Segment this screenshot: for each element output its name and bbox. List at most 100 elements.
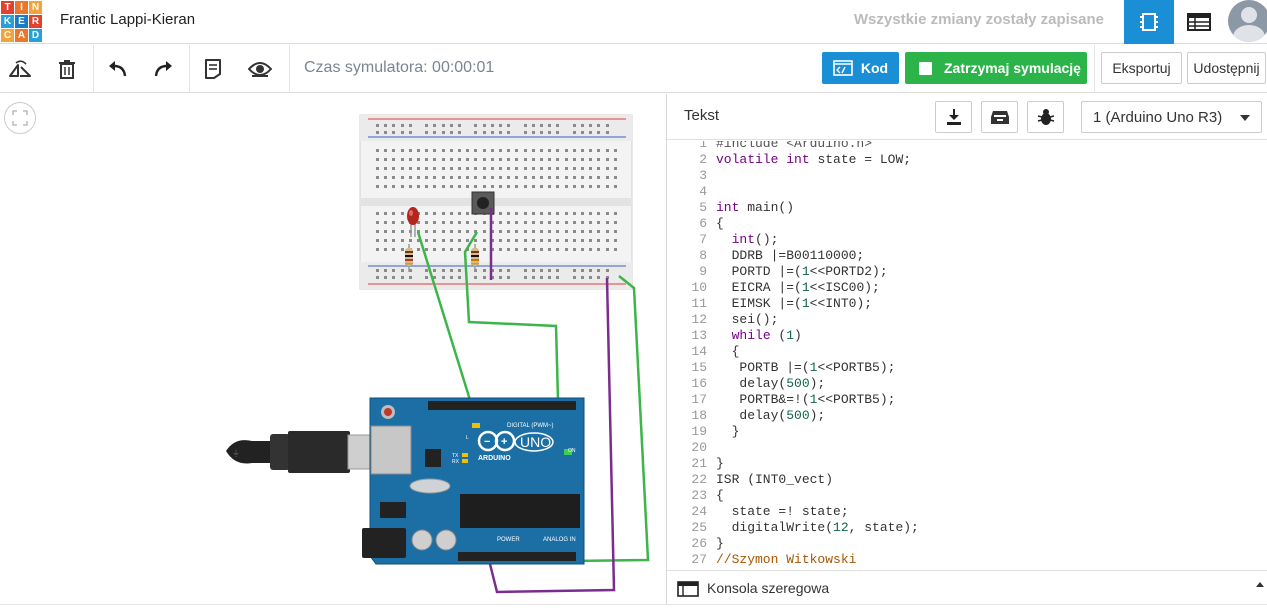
- breadboard-hole: [433, 167, 436, 170]
- code-line[interactable]: [716, 440, 1266, 456]
- power-label: POWER: [497, 537, 520, 543]
- breadboard-hole: [401, 167, 404, 170]
- breadboard-hole: [515, 248, 518, 251]
- breadboard-hole: [384, 239, 387, 242]
- code-line[interactable]: PORTB |=(1<<PORTB5);: [716, 360, 1266, 376]
- code-line[interactable]: int();: [716, 232, 1266, 248]
- code-line[interactable]: delay(500);: [716, 376, 1266, 392]
- notes-button[interactable]: [197, 53, 229, 85]
- breadboard-hole: [409, 239, 412, 242]
- breadboard-hole: [474, 176, 477, 179]
- code-line[interactable]: PORTB&=!(1<<PORTB5);: [716, 392, 1266, 408]
- chevron-down-icon: [1240, 115, 1250, 121]
- redo-button[interactable]: [148, 53, 180, 85]
- code-line[interactable]: {: [716, 488, 1266, 504]
- code-line[interactable]: DDRB |=B00110000;: [716, 248, 1266, 264]
- code-line[interactable]: int main(): [716, 200, 1266, 216]
- breadboard-hole: [491, 167, 494, 170]
- code-line[interactable]: [716, 184, 1266, 200]
- code-line[interactable]: PORTD |=(1<<PORTD2);: [716, 264, 1266, 280]
- arduino-uno-board[interactable]: − + UNO ARDUINO DIGITAL (PWM~) POWER ANA…: [362, 397, 585, 565]
- breadboard-hole: [524, 276, 527, 279]
- share-button[interactable]: Udostępnij: [1187, 52, 1266, 84]
- breadboard-hole: [409, 176, 412, 179]
- breadboard-hole: [515, 212, 518, 215]
- breadboard-hole: [524, 158, 527, 161]
- circuit-view-button[interactable]: [1124, 0, 1174, 44]
- breadboard-hole: [392, 212, 395, 215]
- visibility-button[interactable]: [244, 53, 276, 85]
- breadboard-hole: [507, 124, 510, 127]
- breadboard-hole: [524, 221, 527, 224]
- breadboard-hole: [581, 124, 584, 127]
- breadboard-hole: [548, 158, 551, 161]
- libraries-button[interactable]: [981, 101, 1018, 133]
- code-line[interactable]: delay(500);: [716, 408, 1266, 424]
- breadboard-hole: [573, 230, 576, 233]
- device-select[interactable]: 1 (Arduino Uno R3): [1081, 101, 1262, 133]
- code-line[interactable]: {: [716, 216, 1266, 232]
- download-button[interactable]: [935, 101, 972, 133]
- code-line[interactable]: while (1): [716, 328, 1266, 344]
- breadboard-hole: [573, 276, 576, 279]
- rotate-button[interactable]: [4, 53, 36, 85]
- circuit-drawing[interactable]: ⏚ − + UNO ARDUINO DIGITAL (PWM~) POWER A…: [0, 94, 666, 604]
- breadboard-hole: [491, 158, 494, 161]
- code-line[interactable]: ISR (INT0_vect): [716, 472, 1266, 488]
- breadboard-hole: [565, 230, 568, 233]
- line-number: 10: [691, 280, 707, 295]
- breadboard-hole: [450, 221, 453, 224]
- export-button[interactable]: Eksportuj: [1101, 52, 1182, 84]
- code-editor[interactable]: 1 2 3 4 5 6 7 8 9 10 11 12 13 14 15 16 17 18 19 20 21 22 23 24 2…: [667, 141, 1267, 569]
- breadboard-hole: [401, 269, 404, 272]
- breadboard-hole: [548, 185, 551, 188]
- code-line[interactable]: }: [716, 424, 1266, 440]
- debugger-button[interactable]: [1027, 101, 1064, 133]
- code-line[interactable]: }: [716, 456, 1266, 472]
- code-line[interactable]: #include <Arduino.h>: [716, 141, 1266, 152]
- code-line[interactable]: state =! state;: [716, 504, 1266, 520]
- breadboard-hole: [376, 221, 379, 224]
- undo-button[interactable]: [101, 53, 133, 85]
- code-line[interactable]: EIMSK |=(1<<INT0);: [716, 296, 1266, 312]
- code-line[interactable]: {: [716, 344, 1266, 360]
- serial-monitor-toggle[interactable]: Konsola szeregowa: [667, 570, 1267, 604]
- code-line[interactable]: sei();: [716, 312, 1266, 328]
- toolbar-separator: [93, 45, 94, 93]
- breadboard-hole: [606, 269, 609, 272]
- breadboard-hole: [565, 149, 568, 152]
- breadboard-hole: [450, 149, 453, 152]
- breadboard-hole: [376, 158, 379, 161]
- project-title[interactable]: Frantic Lappi-Kieran: [60, 11, 195, 28]
- code-text[interactable]: #include <Arduino.h> volatile int state =…: [716, 141, 1266, 568]
- code-line[interactable]: EICRA |=(1<<ISC00);: [716, 280, 1266, 296]
- breadboard-hole: [589, 167, 592, 170]
- breadboard-hole: [548, 248, 551, 251]
- user-avatar[interactable]: [1228, 0, 1267, 42]
- breadboard-hole: [425, 239, 428, 242]
- breadboard-hole: [614, 167, 617, 170]
- breadboard-hole: [606, 248, 609, 251]
- code-line[interactable]: //Szymon Witkowski: [716, 552, 1266, 568]
- logo-letter: N: [29, 1, 42, 14]
- analog-label: ANALOG IN: [543, 537, 576, 543]
- breadboard-hole: [556, 230, 559, 233]
- breadboard-hole: [597, 124, 600, 127]
- schematic-list-view-button[interactable]: [1174, 0, 1224, 44]
- code-button[interactable]: Kod: [822, 52, 899, 84]
- breadboard-hole: [507, 248, 510, 251]
- editor-mode-label[interactable]: Tekst: [684, 107, 719, 124]
- code-line[interactable]: [716, 168, 1266, 184]
- tinkercad-logo[interactable]: TIN KER CAD: [0, 0, 42, 42]
- breadboard-hole: [450, 124, 453, 127]
- code-line[interactable]: digitalWrite(12, state);: [716, 520, 1266, 536]
- code-line[interactable]: }: [716, 536, 1266, 552]
- stop-simulation-button[interactable]: Zatrzymaj symulację: [905, 52, 1087, 84]
- code-line[interactable]: volatile int state = LOW;: [716, 152, 1266, 168]
- circuit-canvas[interactable]: ⏚ − + UNO ARDUINO DIGITAL (PWM~) POWER A…: [0, 94, 666, 604]
- breadboard-hole: [392, 124, 395, 127]
- delete-button[interactable]: [51, 53, 83, 85]
- eye-icon: [248, 62, 272, 77]
- breadboard[interactable]: [359, 114, 633, 290]
- breadboard-hole: [507, 276, 510, 279]
